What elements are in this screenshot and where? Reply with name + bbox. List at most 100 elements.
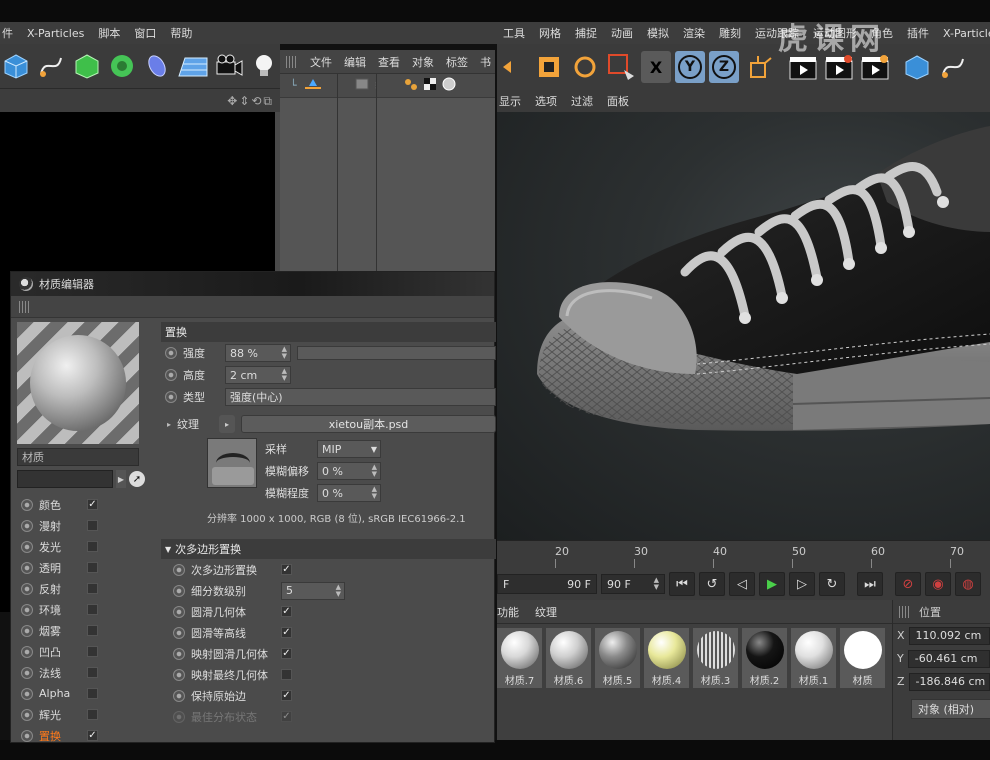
z-axis-lock-button[interactable]: Z [709, 51, 739, 83]
radio-icon[interactable] [21, 582, 33, 595]
spin-arrows-icon[interactable]: ▲ ▼ [336, 583, 341, 598]
spin-arrows-icon[interactable]: ▲ ▼ [282, 346, 287, 360]
material-swatch[interactable]: 材质.5 [595, 628, 640, 688]
subpoly-checkbox[interactable]: ✓ [281, 648, 292, 659]
mat-menu-function[interactable]: 功能 [497, 604, 519, 620]
channel-row[interactable]: 漫射 [17, 515, 151, 536]
channel-row[interactable]: Alpha [17, 683, 151, 704]
menu-tools[interactable]: 工具 [503, 25, 525, 41]
channel-row[interactable]: 发光 [17, 536, 151, 557]
texture-file-button[interactable]: xietou副本.psd [241, 415, 496, 433]
menu-file[interactable]: 件 [2, 25, 13, 41]
frame-range-slider[interactable]: F 90 F [497, 574, 597, 594]
menu-simulate[interactable]: 模拟 [647, 25, 669, 41]
expand-arrow-icon[interactable]: ▸ [167, 420, 171, 429]
menu-sculpt[interactable]: 雕刻 [719, 25, 741, 41]
material-swatch[interactable]: 材质.1 [791, 628, 836, 688]
object-row[interactable]: └ ⁝ [280, 74, 495, 98]
material-swatch[interactable]: 材质.6 [546, 628, 591, 688]
channel-checkbox[interactable] [87, 709, 98, 720]
menu-render[interactable]: 渲染 [683, 25, 705, 41]
height-field[interactable]: 2 cm ▲ ▼ [225, 366, 291, 384]
channel-row[interactable]: 透明 [17, 557, 151, 578]
radio-icon[interactable] [21, 498, 33, 511]
radio-icon[interactable] [173, 710, 185, 723]
channel-row[interactable]: 烟雾 [17, 620, 151, 641]
viewport-menu-display[interactable]: 显示 [499, 93, 521, 109]
viewport-menu-filter[interactable]: 过滤 [571, 93, 593, 109]
next-frame-icon[interactable]: ▷ [789, 572, 815, 596]
coordinate-mode-dropdown[interactable]: 对象 (相对) [911, 699, 990, 719]
array-icon[interactable] [106, 49, 137, 83]
menu-script[interactable]: 脚本 [98, 25, 120, 41]
channel-checkbox[interactable]: ✓ [87, 499, 98, 510]
menu-x-particles-right[interactable]: X-Particles [943, 27, 990, 40]
channel-row[interactable]: 凹凸 [17, 641, 151, 662]
grip-icon[interactable] [286, 55, 298, 68]
material-swatch[interactable]: 材质.2 [742, 628, 787, 688]
cube-icon[interactable] [0, 49, 31, 83]
channel-checkbox[interactable] [87, 562, 98, 573]
material-name-field[interactable]: 材质 [17, 448, 139, 466]
auto-key-icon[interactable]: ◉ [925, 572, 951, 596]
cube-icon-right[interactable] [901, 50, 933, 84]
om-menu-file[interactable]: 文件 [310, 54, 332, 70]
om-menu-view[interactable]: 查看 [378, 54, 400, 70]
max-frame-field[interactable]: 90 F ▲ ▼ [601, 574, 665, 594]
dialog-title-bar[interactable]: 材质编辑器 [11, 272, 494, 296]
subpoly-section-header[interactable]: ▼ 次多边形置换 [161, 539, 496, 559]
spline-pen-icon[interactable] [35, 49, 66, 83]
radio-icon[interactable] [21, 687, 33, 700]
collapse-arrow-icon[interactable]: ▼ [165, 545, 171, 554]
menu-animate[interactable]: 动画 [611, 25, 633, 41]
subpoly-checkbox[interactable]: ✓ [281, 564, 292, 575]
texture-thumbnail[interactable] [207, 438, 257, 488]
radio-icon[interactable] [21, 603, 33, 616]
next-key-icon[interactable]: ↻ [819, 572, 845, 596]
spin-arrows-icon[interactable]: ▲ ▼ [654, 577, 659, 591]
nurbs-icon[interactable] [71, 49, 102, 83]
om-menu-bookmarks[interactable]: 书 [480, 54, 491, 70]
radio-icon[interactable] [173, 584, 185, 597]
link-arrow-icon[interactable]: ▶ [116, 470, 126, 488]
material-swatch[interactable]: 材质.3 [693, 628, 738, 688]
mat-menu-texture[interactable]: 纹理 [535, 604, 557, 620]
spin-arrows-icon[interactable]: ▲ ▼ [372, 486, 377, 500]
texture-menu-arrow-icon[interactable]: ▸ [219, 415, 236, 433]
coord-y-field[interactable]: -60.461 cm [907, 649, 990, 668]
sampling-dropdown[interactable]: MIP ▼ [317, 440, 381, 458]
channel-checkbox[interactable]: ✓ [87, 730, 98, 741]
menu-help[interactable]: 帮助 [170, 25, 192, 41]
om-menu-object[interactable]: 对象 [412, 54, 434, 70]
spin-arrows-icon[interactable]: ▲ ▼ [372, 464, 377, 478]
light-icon[interactable] [249, 49, 280, 83]
radio-icon[interactable] [21, 666, 33, 679]
radio-icon[interactable] [165, 369, 177, 381]
radio-icon[interactable] [173, 689, 185, 702]
radio-icon[interactable] [21, 540, 33, 553]
floor-icon[interactable] [177, 49, 209, 83]
radio-icon[interactable] [173, 563, 185, 576]
subpoly-checkbox[interactable]: ✓ [281, 627, 292, 638]
om-menu-edit[interactable]: 编辑 [344, 54, 366, 70]
pick-cursor-icon[interactable]: ➚ [129, 471, 145, 487]
channel-checkbox[interactable] [87, 688, 98, 699]
view-navigation-icons[interactable]: ✥⇕⟲⧉ [227, 94, 274, 109]
radio-icon[interactable] [173, 668, 185, 681]
material-swatch[interactable]: 材质 [840, 628, 885, 688]
play-icon[interactable]: ▶ [759, 572, 785, 596]
viewport-menu-options[interactable]: 选项 [535, 93, 557, 109]
material-preview[interactable] [17, 322, 139, 444]
coordinate-system-icon[interactable] [743, 50, 775, 84]
channel-checkbox[interactable] [87, 625, 98, 636]
radio-icon[interactable] [21, 561, 33, 574]
subdivision-level-field[interactable]: 5 ▲ ▼ [281, 581, 345, 600]
go-to-end-icon[interactable]: ⏭ [857, 572, 883, 596]
menu-plugins[interactable]: 插件 [907, 25, 929, 41]
blur-offset-field[interactable]: 0 % ▲ ▼ [317, 462, 381, 480]
last-tool-icon[interactable] [605, 50, 637, 84]
menu-window[interactable]: 窗口 [134, 25, 156, 41]
channel-checkbox[interactable] [87, 604, 98, 615]
channel-row[interactable]: 反射 [17, 578, 151, 599]
radio-icon[interactable] [173, 647, 185, 660]
